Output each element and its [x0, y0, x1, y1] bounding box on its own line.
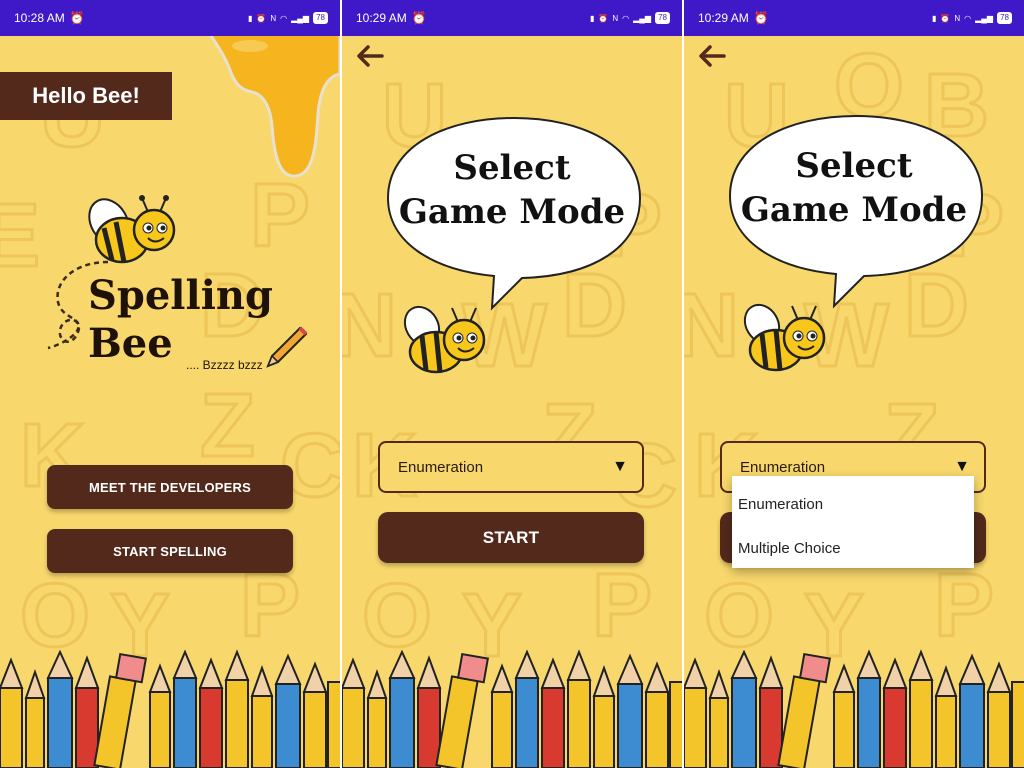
greeting-badge: Hello Bee!: [0, 72, 172, 120]
battery-icon: 78: [313, 12, 328, 24]
meet-developers-button[interactable]: MEET THE DEVELOPERS: [47, 465, 293, 509]
bubble-heading: Select Game Mode: [390, 146, 634, 234]
honey-drip-decoration: [210, 34, 340, 178]
pencil-icon: [266, 326, 308, 368]
mode-dropdown-screen: UOB PND WKZ OYP 10:29 AM⏰ ▮ ⏰ N ◠ ▂▄▆ 78…: [684, 0, 1024, 768]
vibrate-icon: ▮: [589, 13, 595, 23]
start-spelling-button[interactable]: START SPELLING: [47, 529, 293, 573]
selected-mode-value: Enumeration: [740, 458, 826, 476]
selected-mode-value: Enumeration: [398, 458, 484, 476]
nfc-icon: N: [954, 13, 961, 23]
pencils-border-decoration: [0, 649, 340, 768]
alarm-icon: ⏰: [256, 13, 267, 23]
svg-text:E: E: [0, 186, 40, 286]
triangle-down-icon: ▼: [954, 458, 970, 475]
arrow-left-icon[interactable]: [696, 42, 728, 70]
signal-icon: ▂▄▆: [291, 13, 310, 23]
home-screen: U P E D K Z C O Y P 10:28 AM⏰ ▮ ⏰ N ◠ ▂▄…: [0, 0, 340, 768]
status-bar: 10:28 AM ⏰ ▮ ⏰ N ◠ ▂▄▆ 78: [0, 0, 340, 36]
dropdown-option-multiple-choice[interactable]: Multiple Choice: [732, 526, 974, 570]
wifi-icon: ◠: [280, 13, 288, 23]
dropdown-option-enumeration[interactable]: Enumeration: [732, 482, 974, 526]
vibrate-icon: ▮: [931, 13, 937, 23]
game-mode-dropdown-menu: Enumeration Multiple Choice: [732, 476, 974, 568]
start-button[interactable]: START: [378, 512, 644, 563]
pencils-border-decoration: [684, 649, 1024, 768]
arrow-left-icon[interactable]: [354, 42, 386, 70]
battery-icon: 78: [997, 12, 1012, 24]
signal-icon: ▂▄▆: [633, 13, 652, 23]
wifi-icon: ◠: [964, 13, 972, 23]
bubble-heading-line-1: Select: [795, 146, 913, 186]
triangle-down-icon: ▼: [612, 458, 628, 475]
alarm-icon: ⏰: [940, 13, 951, 23]
pencils-border-decoration: [342, 649, 682, 768]
bee-icon: [403, 305, 486, 374]
vibrate-icon: ▮: [247, 13, 253, 23]
mode-select-screen: UPN DWK ZCO YP 10:29 AM⏰ ▮ ⏰ N ◠ ▂▄▆ 78 …: [342, 0, 682, 768]
alarm-icon: ⏰: [753, 11, 769, 25]
svg-text:Z: Z: [200, 376, 255, 476]
bee-icon: [743, 303, 826, 372]
nfc-icon: N: [612, 13, 619, 23]
status-bar: 10:29 AM ⏰ ▮ ⏰ N ◠ ▂▄▆ 78: [342, 0, 682, 36]
logo-title-line-1: Spelling: [88, 272, 273, 319]
alarm-icon: ⏰: [411, 11, 427, 25]
battery-icon: 78: [655, 12, 670, 24]
game-mode-select[interactable]: Enumeration ▼: [378, 441, 644, 493]
svg-text:P: P: [592, 556, 652, 656]
app-logo-title: Spelling Bee: [88, 272, 273, 368]
wifi-icon: ◠: [622, 13, 630, 23]
status-bar: 10:29 AM ⏰ ▮ ⏰ N ◠ ▂▄▆ 78: [684, 0, 1024, 36]
alarm-icon: ⏰: [598, 13, 609, 23]
clock-text: 10:28 AM: [14, 11, 65, 25]
clock-text: 10:29 AM: [356, 11, 407, 25]
bubble-heading-line-1: Select: [453, 148, 571, 188]
alarm-icon: ⏰: [69, 11, 85, 25]
signal-icon: ▂▄▆: [975, 13, 994, 23]
logo-tagline: .... Bzzzz bzzz: [186, 358, 263, 372]
bubble-heading-line-2: Game Mode: [740, 190, 968, 230]
svg-text:P: P: [934, 556, 994, 656]
bubble-heading: Select Game Mode: [732, 144, 976, 232]
clock-text: 10:29 AM: [698, 11, 749, 25]
nfc-icon: N: [270, 13, 277, 23]
bubble-heading-line-2: Game Mode: [398, 192, 626, 232]
